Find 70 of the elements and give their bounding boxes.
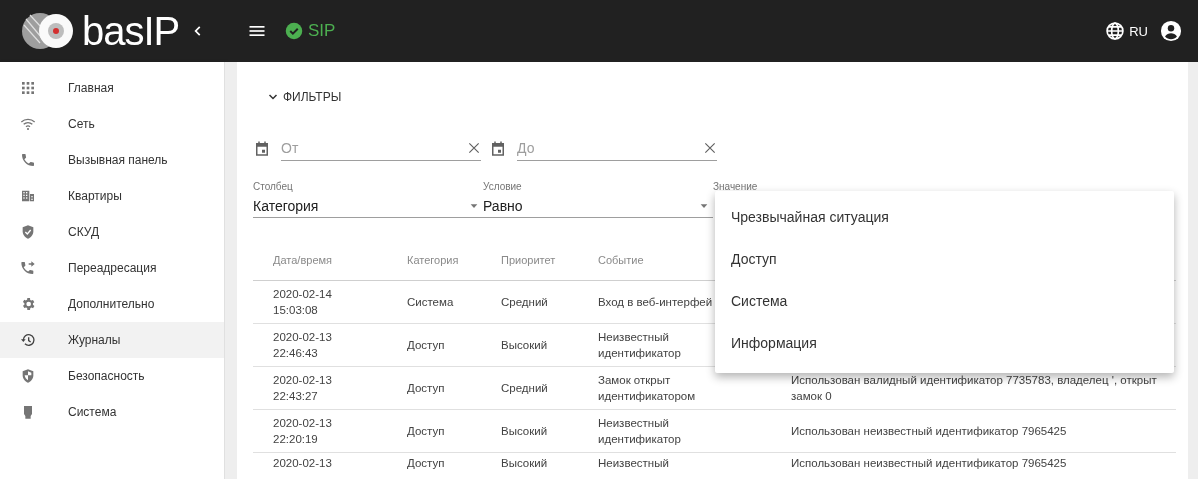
gear-icon bbox=[20, 296, 36, 312]
date-input[interactable]: От bbox=[281, 140, 467, 156]
close-icon[interactable] bbox=[467, 141, 481, 155]
sip-status: SIP bbox=[308, 21, 336, 41]
globe-icon bbox=[1105, 21, 1126, 41]
sidebar-item[interactable]: Переадресация bbox=[0, 250, 224, 286]
table-cell-text: 2020-02-14 15:03:08 bbox=[273, 287, 333, 318]
table-cell-text: Использован неизвестный идентификатор 7965425 bbox=[791, 456, 1068, 471]
sidebar-item[interactable]: СКУД bbox=[0, 214, 224, 250]
menu-option[interactable]: Система bbox=[715, 285, 1174, 327]
menu-option[interactable]: Доступ bbox=[715, 243, 1174, 285]
caret-down-icon bbox=[469, 201, 479, 211]
language-button[interactable]: RU bbox=[1105, 21, 1148, 41]
select-field[interactable]: Столбец Категория bbox=[253, 181, 483, 218]
table-cell-text: 2020-02-13 22:20:19 bbox=[273, 416, 333, 447]
sidebar-item[interactable]: Главная bbox=[0, 70, 224, 106]
user-icon[interactable] bbox=[1160, 20, 1182, 42]
sidebar-item[interactable]: Система bbox=[0, 394, 224, 430]
table-cell: Высокий bbox=[501, 425, 548, 437]
select-value: Категория bbox=[253, 198, 319, 214]
column-header: Дата/время bbox=[272, 254, 332, 266]
select-field[interactable]: Условие Равно bbox=[483, 181, 713, 218]
apps-icon bbox=[20, 80, 36, 96]
sidebar-item[interactable]: Квартиры bbox=[0, 178, 224, 214]
logo-text: basIP bbox=[82, 11, 180, 51]
table-cell: Средний bbox=[501, 296, 548, 308]
phone-icon bbox=[20, 152, 36, 168]
table-cell-text: Использован валидный идентификатор 7735783, владелец ', открыт замок 0 bbox=[791, 373, 1158, 404]
sidebar-item[interactable]: Дополнительно bbox=[0, 286, 224, 322]
column-header: Событие bbox=[597, 254, 644, 266]
menu-option[interactable]: Чрезвычайная ситуация bbox=[715, 201, 1174, 243]
sidebar-item[interactable]: Вызывная панель bbox=[0, 142, 224, 178]
caret-down-icon bbox=[699, 201, 709, 211]
column-header: Категория bbox=[406, 254, 459, 266]
table-cell-text: Замок открыт идентификатором bbox=[598, 373, 697, 404]
filters-toggle[interactable]: ФИЛЬТРЫ bbox=[267, 86, 342, 108]
phone-forward-icon bbox=[20, 260, 36, 276]
sidebar-item[interactable]: Сеть bbox=[0, 106, 224, 142]
shield-check-icon bbox=[20, 224, 36, 240]
select-value: Равно bbox=[483, 198, 523, 214]
sidebar-item[interactable]: Безопасность bbox=[0, 358, 224, 394]
calendar-icon[interactable] bbox=[489, 139, 507, 158]
logo-icon bbox=[20, 11, 76, 51]
close-icon[interactable] bbox=[703, 141, 717, 155]
field-label: Условие bbox=[483, 181, 523, 194]
table-cell-text: 2020-02-13 bbox=[273, 456, 333, 471]
sidebar-item[interactable]: Журналы bbox=[0, 322, 224, 358]
wifi-icon bbox=[20, 116, 36, 132]
table-cell: Доступ bbox=[407, 339, 445, 351]
building-icon bbox=[20, 188, 36, 204]
shield-icon bbox=[20, 368, 36, 384]
table-cell-text: 2020-02-13 22:46:43 bbox=[273, 330, 333, 361]
table-cell: Система bbox=[407, 296, 454, 308]
table-cell-text: 2020-02-13 22:43:27 bbox=[273, 373, 333, 404]
table-cell-text: Неизвестный идентификатор bbox=[598, 330, 682, 361]
field-label: Столбец bbox=[253, 181, 294, 194]
history-icon bbox=[20, 332, 36, 348]
table-cell: Средний bbox=[501, 382, 548, 394]
table-cell: Доступ bbox=[407, 425, 445, 437]
menu-option[interactable]: Информация bbox=[715, 327, 1174, 369]
calendar-icon[interactable] bbox=[253, 139, 271, 158]
table-cell: Доступ bbox=[407, 382, 445, 394]
table-cell: Доступ bbox=[407, 457, 445, 469]
table-cell-text: Использован неизвестный идентификатор 7965425 bbox=[791, 424, 1068, 439]
table-cell: Высокий bbox=[501, 339, 548, 351]
column-header: Приоритет bbox=[500, 254, 556, 266]
table-cell-text: Неизвестный идентификатор bbox=[598, 416, 682, 447]
table-cell: Высокий bbox=[501, 457, 548, 469]
table-cell-text: Неизвестный bbox=[598, 456, 669, 471]
date-input[interactable]: До bbox=[517, 140, 703, 156]
